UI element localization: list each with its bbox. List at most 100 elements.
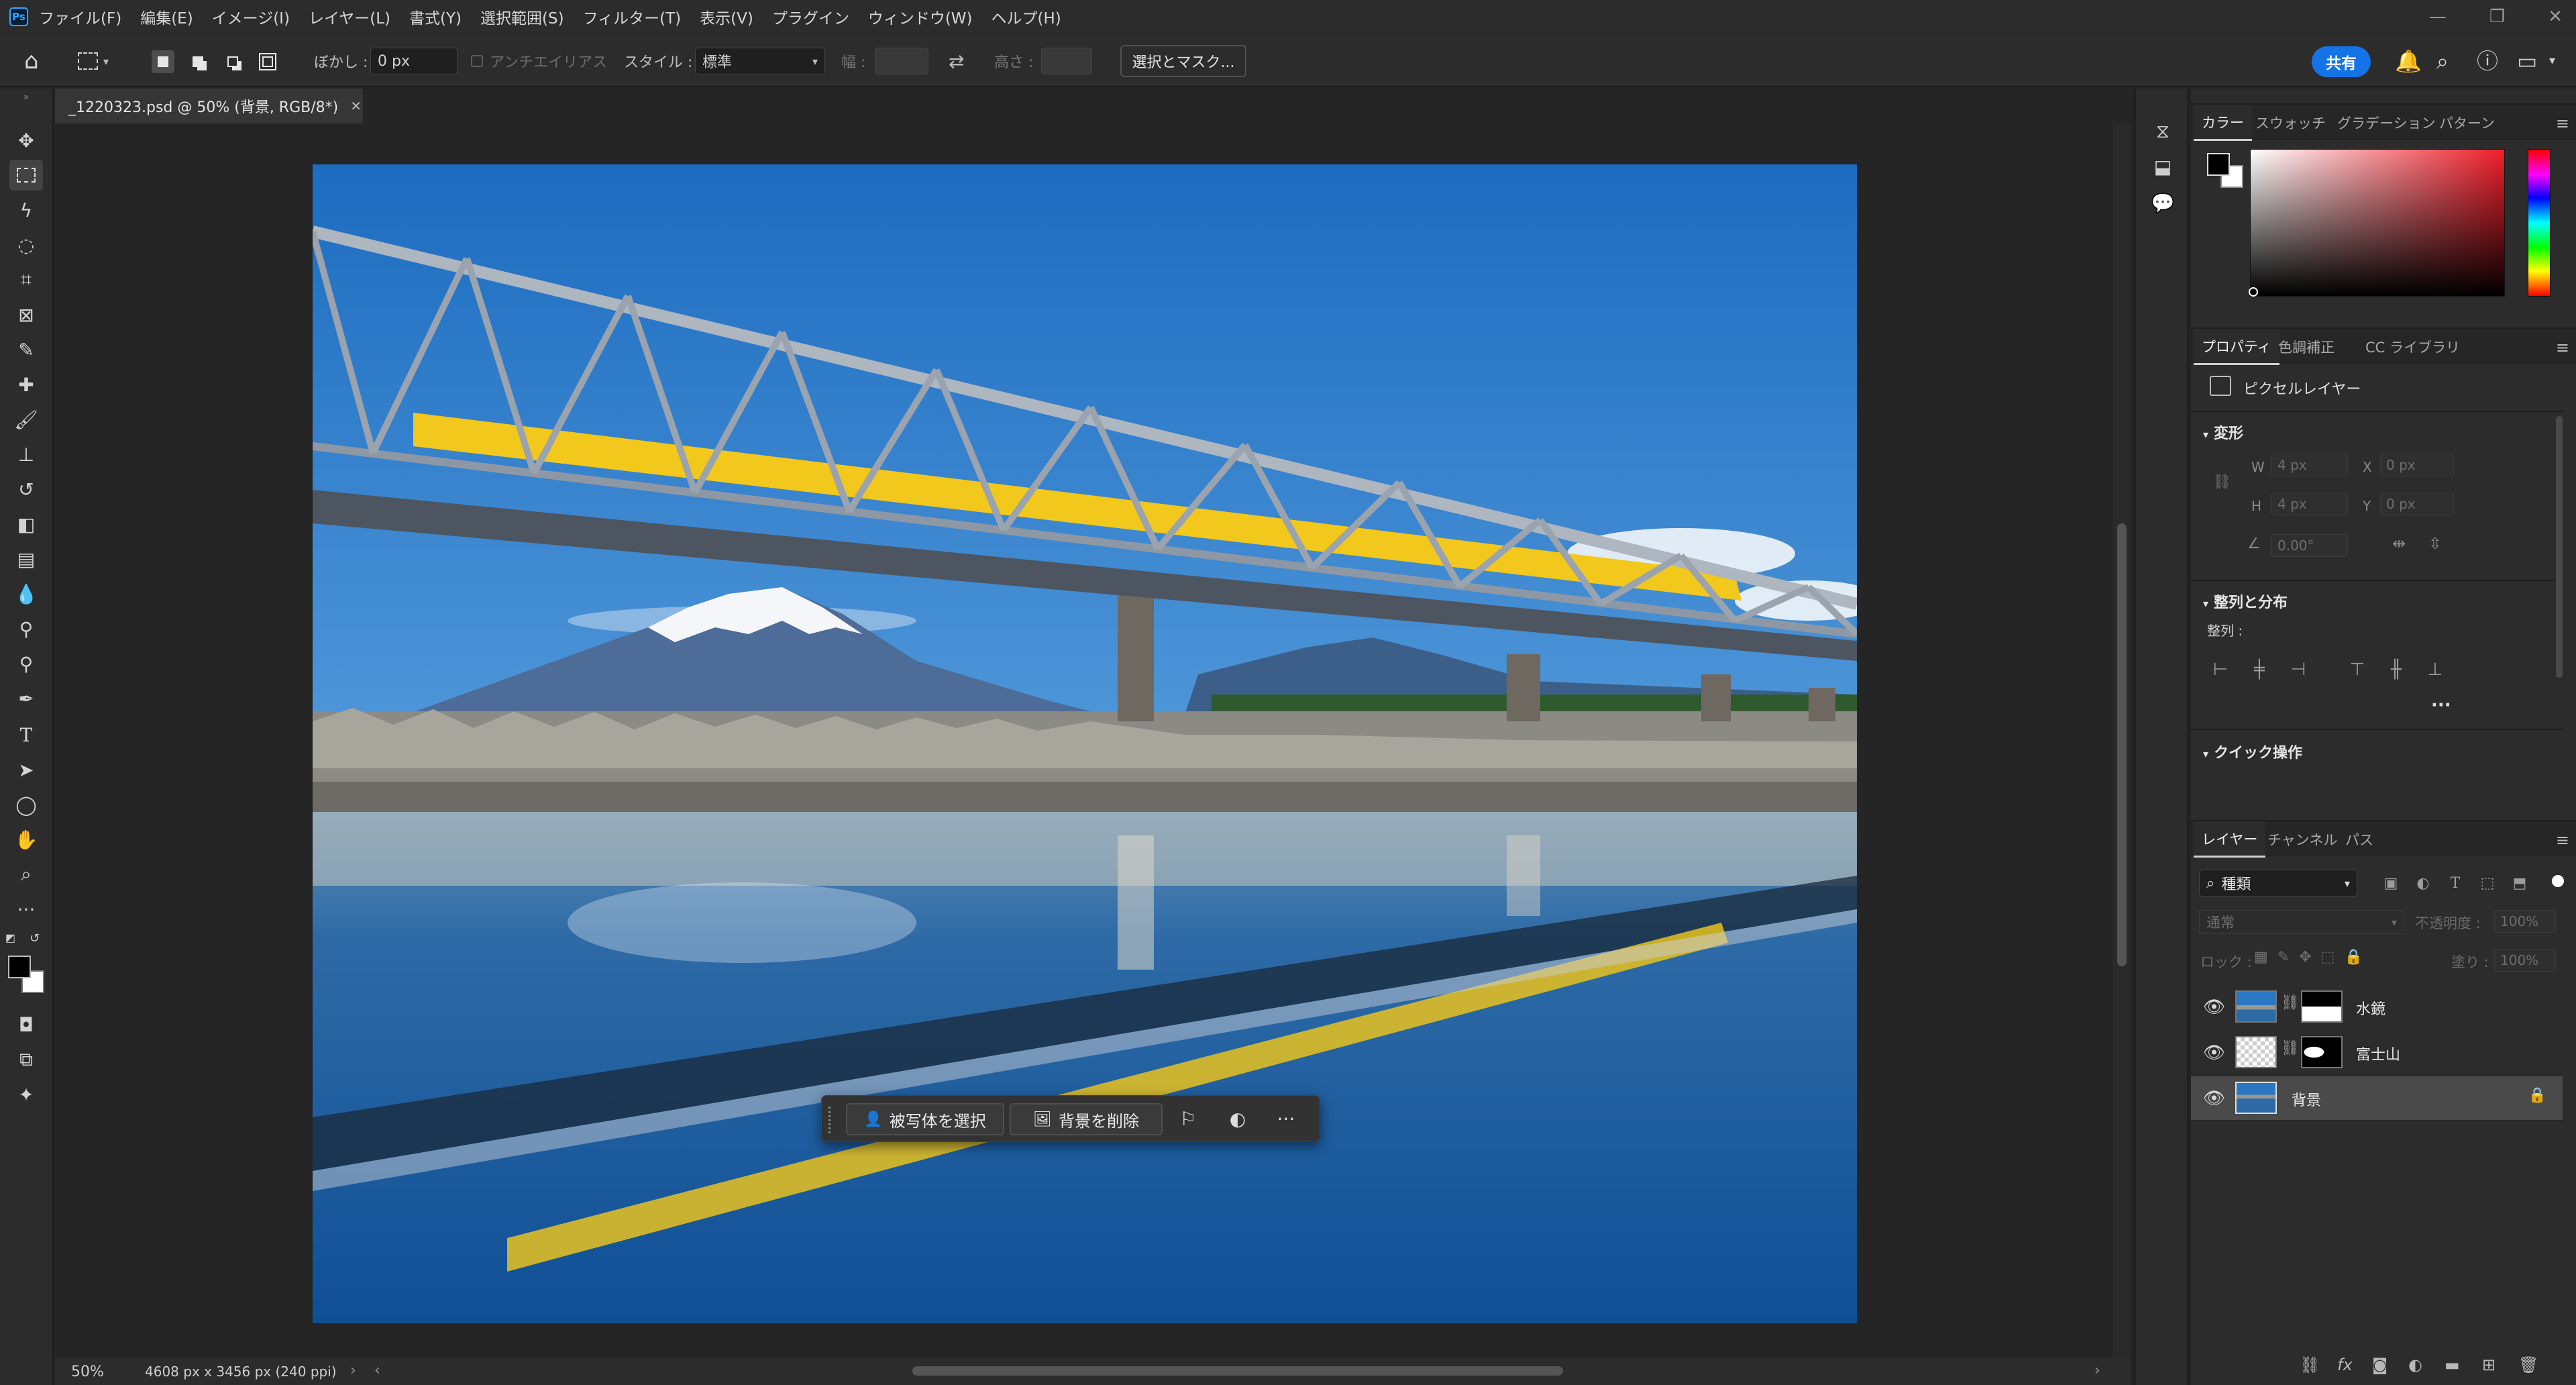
search-icon[interactable]: ⌕	[2436, 49, 2449, 73]
history-panel-icon[interactable]: ⧖	[2149, 118, 2176, 145]
align-center-h-icon[interactable]: ╪	[2246, 656, 2273, 683]
transform-section[interactable]: ▾ 変形	[2203, 421, 2243, 443]
foreground-color-swatch[interactable]	[8, 956, 31, 978]
tab-layers[interactable]: レイヤー	[2194, 821, 2266, 858]
height-input[interactable]	[1041, 48, 1092, 74]
filter-type-icon[interactable]: T	[2442, 870, 2469, 896]
generative-icon[interactable]: ✦	[9, 1079, 43, 1110]
color-picker-field[interactable]	[2250, 149, 2505, 297]
scroll-left-icon[interactable]: ‹	[374, 1362, 380, 1379]
layer-row[interactable]: 👁 背景 🔒	[2191, 1076, 2563, 1121]
marquee-tool-preset[interactable]: ▾	[78, 34, 109, 88]
layer-mask-thumbnail[interactable]	[2301, 990, 2343, 1023]
x-field[interactable]: 0 px	[2380, 454, 2454, 476]
pen-tool-icon[interactable]: ✒	[9, 683, 43, 714]
lock-icon[interactable]: 🔒	[2528, 1087, 2546, 1104]
filter-smart-object-icon[interactable]: ⬒	[2506, 870, 2533, 896]
filter-shape-icon[interactable]: ⬚	[2474, 870, 2501, 896]
eye-icon[interactable]: 👁	[2203, 997, 2225, 1017]
remove-background-button[interactable]: 🖼 背景を削除	[1010, 1103, 1163, 1135]
width-input[interactable]	[875, 48, 928, 74]
blur-tool-icon[interactable]: 💧	[9, 578, 43, 609]
flip-horizontal-icon[interactable]: ⇹	[2392, 534, 2406, 553]
menu-help[interactable]: ヘルプ(H)	[991, 5, 1061, 28]
fill-field[interactable]: 100%	[2494, 949, 2556, 972]
bell-icon[interactable]: 🔔	[2395, 49, 2422, 73]
intersect-selection-button[interactable]	[256, 50, 279, 73]
collapse-icon[interactable]: »	[9, 92, 43, 103]
style-select[interactable]: 標準 ▾	[695, 48, 825, 74]
angle-field[interactable]: 0.00°	[2271, 534, 2348, 557]
zoom-lens-tool-icon[interactable]: ⚲	[9, 648, 43, 679]
filter-adjustment-icon[interactable]: ◐	[2410, 870, 2436, 896]
swap-icon[interactable]: ⇄	[949, 34, 964, 88]
antialias-checkbox[interactable]: アンチエイリアス	[471, 34, 607, 88]
menu-file[interactable]: ファイル(F)	[39, 5, 121, 28]
link-icon[interactable]: ⛓	[2281, 1040, 2300, 1057]
filter-toggle[interactable]	[2552, 875, 2564, 887]
eye-icon[interactable]: 👁	[2203, 1088, 2225, 1109]
layer-mask-thumbnail[interactable]	[2301, 1036, 2343, 1068]
chevron-right-icon[interactable]: ›	[350, 1362, 356, 1379]
align-more-icon[interactable]: ···	[2431, 695, 2451, 715]
default-colors-icon[interactable]: ◩	[5, 931, 15, 944]
drag-handle-icon[interactable]	[828, 1107, 834, 1133]
move-tool-icon[interactable]: ✥	[9, 125, 43, 156]
panel-menu-icon[interactable]: ≡	[2556, 338, 2569, 357]
chevron-down-icon[interactable]: ▾	[2549, 49, 2555, 73]
menu-edit[interactable]: 編集(E)	[140, 5, 193, 28]
eye-icon[interactable]: 👁	[2203, 1043, 2225, 1063]
eraser-tool-icon[interactable]: ◧	[9, 509, 43, 540]
lock-icons[interactable]: ▦✎✥⬚🔒	[2254, 949, 2372, 966]
align-section[interactable]: ▾ 整列と分布	[2203, 591, 2288, 612]
hand-tool-icon[interactable]: ✋	[9, 824, 43, 855]
y-field[interactable]: 0 px	[2380, 493, 2454, 515]
foreground-color-swatch[interactable]	[2207, 153, 2230, 176]
width-field[interactable]: 4 px	[2271, 454, 2348, 476]
select-subject-button[interactable]: 👤 被写体を選択	[846, 1103, 1004, 1135]
tab-adjustments[interactable]: 色調補正	[2270, 329, 2343, 365]
canvas-image[interactable]	[313, 164, 1857, 1323]
align-bottom-icon[interactable]: ⊥	[2422, 656, 2449, 683]
lasso-tool-icon[interactable]: ϟ	[9, 195, 43, 225]
flip-vertical-icon[interactable]: ⇳	[2428, 534, 2442, 553]
swap-colors-icon[interactable]: ↺	[30, 931, 40, 945]
path-select-tool-icon[interactable]: ➤	[9, 754, 43, 785]
more-tools-icon[interactable]: ···	[9, 894, 43, 925]
tab-cc-libraries[interactable]: CC ライブラリ	[2357, 329, 2468, 365]
filter-pixel-icon[interactable]: ▣	[2377, 870, 2404, 896]
trash-icon[interactable]: 🗑	[2518, 1355, 2538, 1374]
align-center-v-icon[interactable]: ╫	[2383, 656, 2410, 683]
close-window-button[interactable]: ✕	[2548, 7, 2563, 27]
menu-plugins[interactable]: プラグイン	[772, 5, 849, 28]
tab-properties[interactable]: プロパティ	[2194, 329, 2279, 365]
feather-input[interactable]: 0 px	[370, 48, 458, 74]
object-select-tool-icon[interactable]: ◌	[9, 229, 43, 260]
fx-icon[interactable]: fx	[2337, 1355, 2353, 1374]
workspace-icon[interactable]: ▭	[2517, 49, 2537, 73]
healing-brush-tool-icon[interactable]: ✚	[9, 369, 43, 400]
properties-scrollbar[interactable]	[2556, 416, 2563, 678]
zoom-tool-icon[interactable]: ⌕	[9, 859, 43, 890]
home-icon[interactable]: ⌂	[24, 34, 39, 88]
menu-select[interactable]: 選択範囲(S)	[480, 5, 564, 28]
ellipse-tool-icon[interactable]: ◯	[9, 789, 43, 820]
eyedropper-tool-icon[interactable]: ✎	[9, 334, 43, 365]
select-and-mask-button[interactable]: 選択とマスク...	[1120, 45, 1246, 77]
zoom-level[interactable]: 50%	[71, 1364, 104, 1380]
quick-mask-icon[interactable]: ◘	[9, 1009, 43, 1040]
share-button[interactable]: 共有	[2312, 46, 2371, 77]
new-selection-button[interactable]	[152, 50, 174, 73]
marquee-tool-icon[interactable]	[9, 160, 43, 191]
restore-button[interactable]: ❐	[2489, 7, 2505, 27]
comments-panel-icon[interactable]: 💬	[2149, 189, 2176, 216]
scroll-right-icon[interactable]: ›	[2094, 1362, 2100, 1379]
horizontal-scroll-thumb[interactable]	[912, 1366, 1563, 1376]
link-icon[interactable]: ⛓	[2212, 474, 2231, 491]
blend-mode-select[interactable]: 通常 ▾	[2199, 910, 2404, 934]
tab-swatches[interactable]: スウォッチ	[2247, 105, 2334, 141]
frame-tool-icon[interactable]: ⊠	[9, 299, 43, 330]
tab-patterns[interactable]: パターン	[2431, 105, 2503, 141]
layer-row[interactable]: 👁 ⛓ 水鏡	[2191, 985, 2563, 1029]
close-icon[interactable]: ✕	[350, 98, 362, 114]
